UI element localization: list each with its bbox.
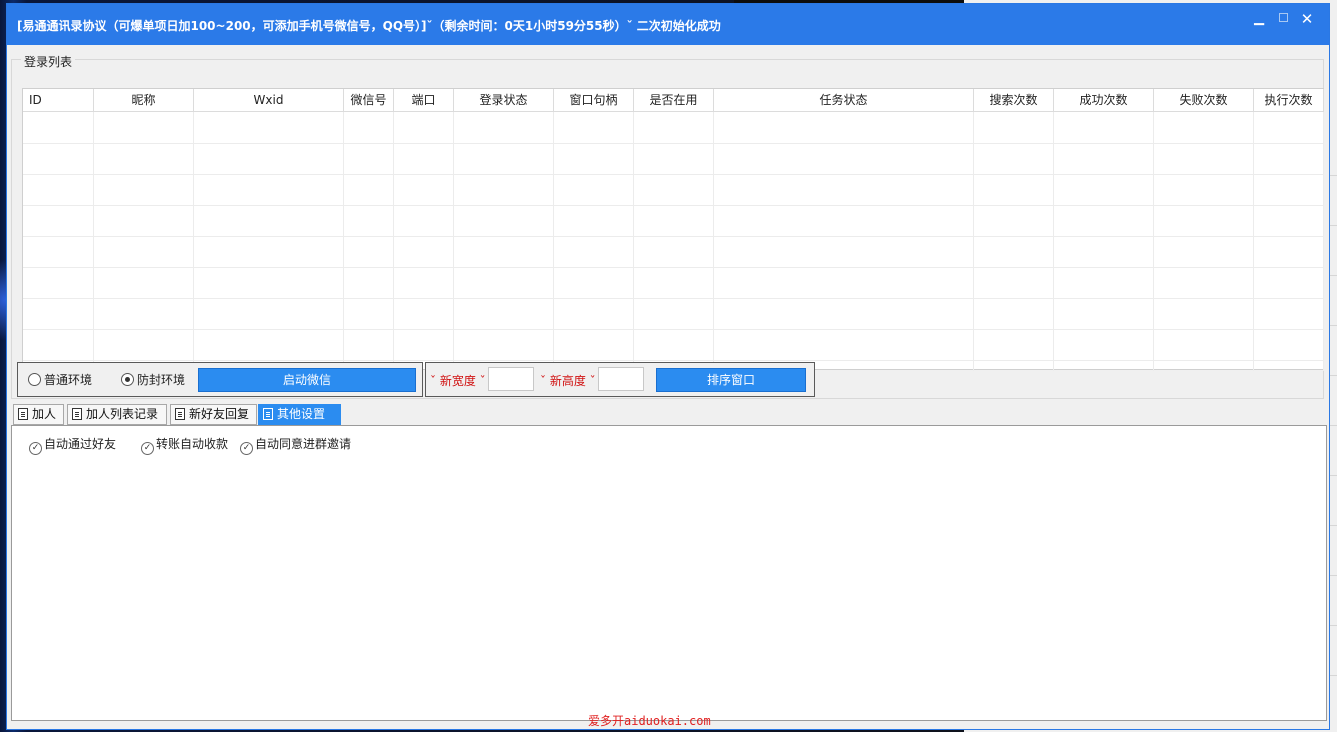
column-header[interactable]: 搜索次数 xyxy=(974,89,1054,112)
title-bar[interactable]: [易通通讯录协议（可爆单项日加100~200，可添加手机号微信号，QQ号）]ˇ（… xyxy=(7,4,1329,45)
auto-accept-friend-checkbox[interactable]: ✓ 自动通过好友 xyxy=(29,435,116,455)
tab-other-settings[interactable]: 其他设置 xyxy=(258,404,341,425)
option-label: 自动通过好友 xyxy=(44,437,117,451)
document-icon xyxy=(72,408,82,420)
grid-column-line xyxy=(1253,112,1254,371)
check-circle-icon: ✓ xyxy=(240,442,253,455)
environment-panel: 普通环境 防封环境 启动微信 xyxy=(17,362,423,397)
login-list-table[interactable]: ID 昵称 Wxid 微信号 端口 登录状态 窗口句柄 是否在用 任务状态 搜索次数 成功次数 失败次… xyxy=(22,88,1324,371)
new-height-label: ˇ 新高度 ˇ xyxy=(540,374,596,388)
login-list-label: 登录列表 xyxy=(21,53,76,70)
start-wechat-button[interactable]: 启动微信 xyxy=(198,368,416,392)
grid-row-line xyxy=(23,143,1323,144)
tab-add-list-records[interactable]: 加人列表记录 xyxy=(67,404,167,425)
new-width-label: ˇ 新宽度 ˇ xyxy=(430,374,486,388)
grid-row-line xyxy=(23,174,1323,175)
table-header: ID 昵称 Wxid 微信号 端口 登录状态 窗口句柄 是否在用 任务状态 搜索次数 成功次数 失败次… xyxy=(23,89,1324,112)
tab-label: 新好友回复 xyxy=(189,407,250,421)
grid-row-line xyxy=(23,205,1323,206)
radio-icon xyxy=(28,373,41,386)
grid-column-line xyxy=(633,112,634,371)
normal-env-label: 普通环境 xyxy=(44,373,93,387)
grid-column-line xyxy=(973,112,974,371)
column-header[interactable]: Wxid xyxy=(194,89,344,112)
auto-receive-transfer-checkbox[interactable]: ✓ 转账自动收款 xyxy=(141,435,228,455)
maximize-button[interactable] xyxy=(1272,10,1294,28)
grid-row-line xyxy=(23,236,1323,237)
tab-label: 其他设置 xyxy=(277,407,326,421)
grid-column-line xyxy=(1153,112,1154,371)
grid-column-line xyxy=(553,112,554,371)
tab-label: 加人列表记录 xyxy=(86,407,159,421)
normal-env-radio[interactable]: 普通环境 xyxy=(28,372,92,388)
column-header[interactable]: 登录状态 xyxy=(454,89,554,112)
grid-column-line xyxy=(1053,112,1054,371)
column-header[interactable]: 微信号 xyxy=(344,89,394,112)
grid-row-line xyxy=(23,360,1323,361)
new-height-input[interactable] xyxy=(598,367,644,391)
grid-row-line xyxy=(23,298,1323,299)
column-header[interactable]: 端口 xyxy=(394,89,454,112)
column-header[interactable]: 是否在用 xyxy=(634,89,714,112)
column-header[interactable]: 昵称 xyxy=(94,89,194,112)
document-icon xyxy=(263,408,273,420)
new-width-input[interactable] xyxy=(488,367,534,391)
grid-column-line xyxy=(713,112,714,371)
client-area: ID 昵称 Wxid 微信号 端口 登录状态 窗口句柄 是否在用 任务状态 搜索次数 成功次数 失败次… xyxy=(7,45,1329,729)
column-header[interactable]: 执行次数 xyxy=(1254,89,1324,112)
document-icon xyxy=(175,408,185,420)
other-settings-panel: ✓ 自动通过好友 ✓ 转账自动收款 ✓ 自动同意进群邀请 xyxy=(11,425,1327,721)
check-circle-icon: ✓ xyxy=(141,442,154,455)
window-size-panel: ˇ 新宽度 ˇ ˇ 新高度 ˇ 排序窗口 xyxy=(425,362,815,397)
grid-column-line xyxy=(1323,112,1324,371)
column-header[interactable]: 成功次数 xyxy=(1054,89,1154,112)
option-label: 转账自动收款 xyxy=(156,437,229,451)
column-header[interactable]: 任务状态 xyxy=(714,89,974,112)
close-button[interactable]: ✕ xyxy=(1296,10,1318,28)
sort-windows-button[interactable]: 排序窗口 xyxy=(656,368,806,392)
check-circle-icon: ✓ xyxy=(29,442,42,455)
grid-column-line xyxy=(343,112,344,371)
protected-env-radio[interactable]: 防封环境 xyxy=(121,372,185,388)
document-icon xyxy=(18,408,28,420)
minimize-button[interactable]: ▁ xyxy=(1248,10,1270,28)
window-title: [易通通讯录协议（可爆单项日加100~200，可添加手机号微信号，QQ号）]ˇ（… xyxy=(17,19,721,33)
watermark: 爱多开aiduokai.com xyxy=(588,714,711,728)
tab-add-people[interactable]: 加人 xyxy=(13,404,64,425)
grid-row-line xyxy=(23,267,1323,268)
grid-row-line xyxy=(23,329,1323,330)
tab-new-friend-reply[interactable]: 新好友回复 xyxy=(170,404,257,425)
main-window: [易通通讯录协议（可爆单项日加100~200，可添加手机号微信号，QQ号）]ˇ（… xyxy=(6,3,1330,730)
login-list-group: ID 昵称 Wxid 微信号 端口 登录状态 窗口句柄 是否在用 任务状态 搜索次数 成功次数 失败次… xyxy=(11,59,1324,399)
maximize-icon xyxy=(1278,13,1288,22)
column-header[interactable]: 失败次数 xyxy=(1154,89,1254,112)
radio-selected-icon xyxy=(121,373,134,386)
protected-env-label: 防封环境 xyxy=(137,373,186,387)
grid-column-line xyxy=(393,112,394,371)
grid-column-line xyxy=(453,112,454,371)
auto-accept-group-invite-checkbox[interactable]: ✓ 自动同意进群邀请 xyxy=(240,435,351,455)
grid-column-line xyxy=(193,112,194,371)
option-label: 自动同意进群邀请 xyxy=(255,437,352,451)
tab-label: 加人 xyxy=(32,407,57,421)
column-header[interactable]: 窗口句柄 xyxy=(554,89,634,112)
column-header[interactable]: ID xyxy=(23,89,94,112)
grid-column-line xyxy=(93,112,94,371)
